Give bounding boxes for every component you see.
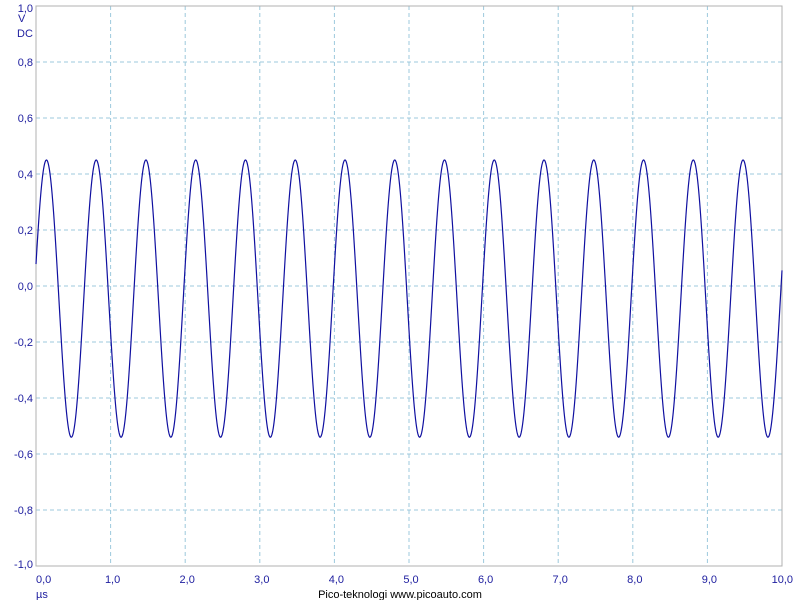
x-tick-label: 5,0 xyxy=(403,574,418,586)
x-tick-label: 4,0 xyxy=(329,574,344,586)
x-tick-label: 3,0 xyxy=(254,574,269,586)
footer-brand: Pico-teknologi www.picoauto.com xyxy=(318,589,482,600)
x-tick-label: 1,0 xyxy=(105,574,120,586)
x-tick-label: 10,0 xyxy=(772,574,793,586)
y-tick-label: -0,6 xyxy=(14,449,33,461)
x-tick-label: 7,0 xyxy=(553,574,568,586)
y-tick-label: -0,4 xyxy=(14,393,33,405)
coupling-label: DC xyxy=(17,28,33,40)
x-tick-label: 6,0 xyxy=(478,574,493,586)
y-tick-label: 0,0 xyxy=(18,281,33,293)
grid xyxy=(35,5,783,567)
y-tick-label: 0,2 xyxy=(18,225,33,237)
y-tick-label: 0,4 xyxy=(18,169,33,181)
y-tick-label: 0,8 xyxy=(18,57,33,69)
x-unit-label: µs xyxy=(36,589,48,600)
x-tick-label: 2,0 xyxy=(180,574,195,586)
y-tick-label: 0,6 xyxy=(18,113,33,125)
oscilloscope-chart: 1,0 0,8 0,6 0,4 0,2 0,0 -0,2 -0,4 -0,6 -0,8 -1,0 0… xyxy=(14,3,793,600)
y-tick-label: -0,2 xyxy=(14,337,33,349)
x-tick-label: 9,0 xyxy=(702,574,717,586)
x-tick-label: 8,0 xyxy=(627,574,642,586)
y-tick-label: -1,0 xyxy=(14,559,33,571)
x-tick-label: 0,0 xyxy=(36,574,51,586)
y-unit-label: V xyxy=(18,13,26,25)
y-tick-labels: 1,00,80,60,40,20,0-0,2-0,4-0,6-0,8-1,0 xyxy=(14,3,33,571)
series-line-0 xyxy=(35,159,783,438)
y-tick-label: -0,8 xyxy=(14,505,33,517)
x-tick-labels: 0,0 1,0 2,0 3,0 4,0 5,0 6,0 7,0 8,0 9,0 10,0 xyxy=(36,574,793,586)
